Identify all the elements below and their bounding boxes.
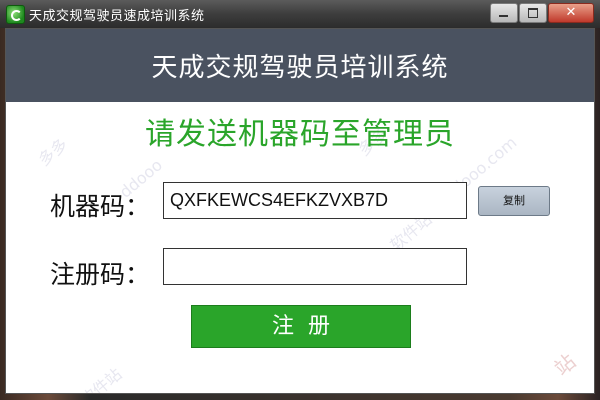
window-title: 天成交规驾驶员速成培训系统 [29,9,205,24]
maximize-button[interactable] [519,3,547,23]
banner-title: 天成交规驾驶员培训系统 [6,29,594,102]
window-controls: ✕ [490,3,594,23]
machine-code-label: 机器码： [50,192,151,221]
close-button[interactable]: ✕ [548,3,594,23]
minimize-icon [499,15,508,17]
machine-code-field[interactable]: QXFKEWCS4EFKZVXB7D [163,182,467,219]
register-button[interactable]: 注册 [191,305,411,348]
registration-dialog: 天成交规驾驶员培训系统 多多 ddooo ddooo.com 多多 软件站 软件… [5,28,595,394]
watermark: 软件站 [76,364,126,394]
registration-code-label: 注册码： [50,260,151,289]
watermark-logo: 站 [549,349,581,381]
minimize-button[interactable] [490,3,518,23]
maximize-icon [528,8,538,18]
copy-button[interactable]: 复制 [478,186,550,216]
instruction-text: 请发送机器码至管理员 [145,117,455,152]
title-bar: 天成交规驾驶员速成培训系统 ✕ [0,0,600,28]
registration-code-input[interactable] [163,248,467,285]
close-icon: ✕ [565,5,577,20]
app-icon [6,5,25,24]
